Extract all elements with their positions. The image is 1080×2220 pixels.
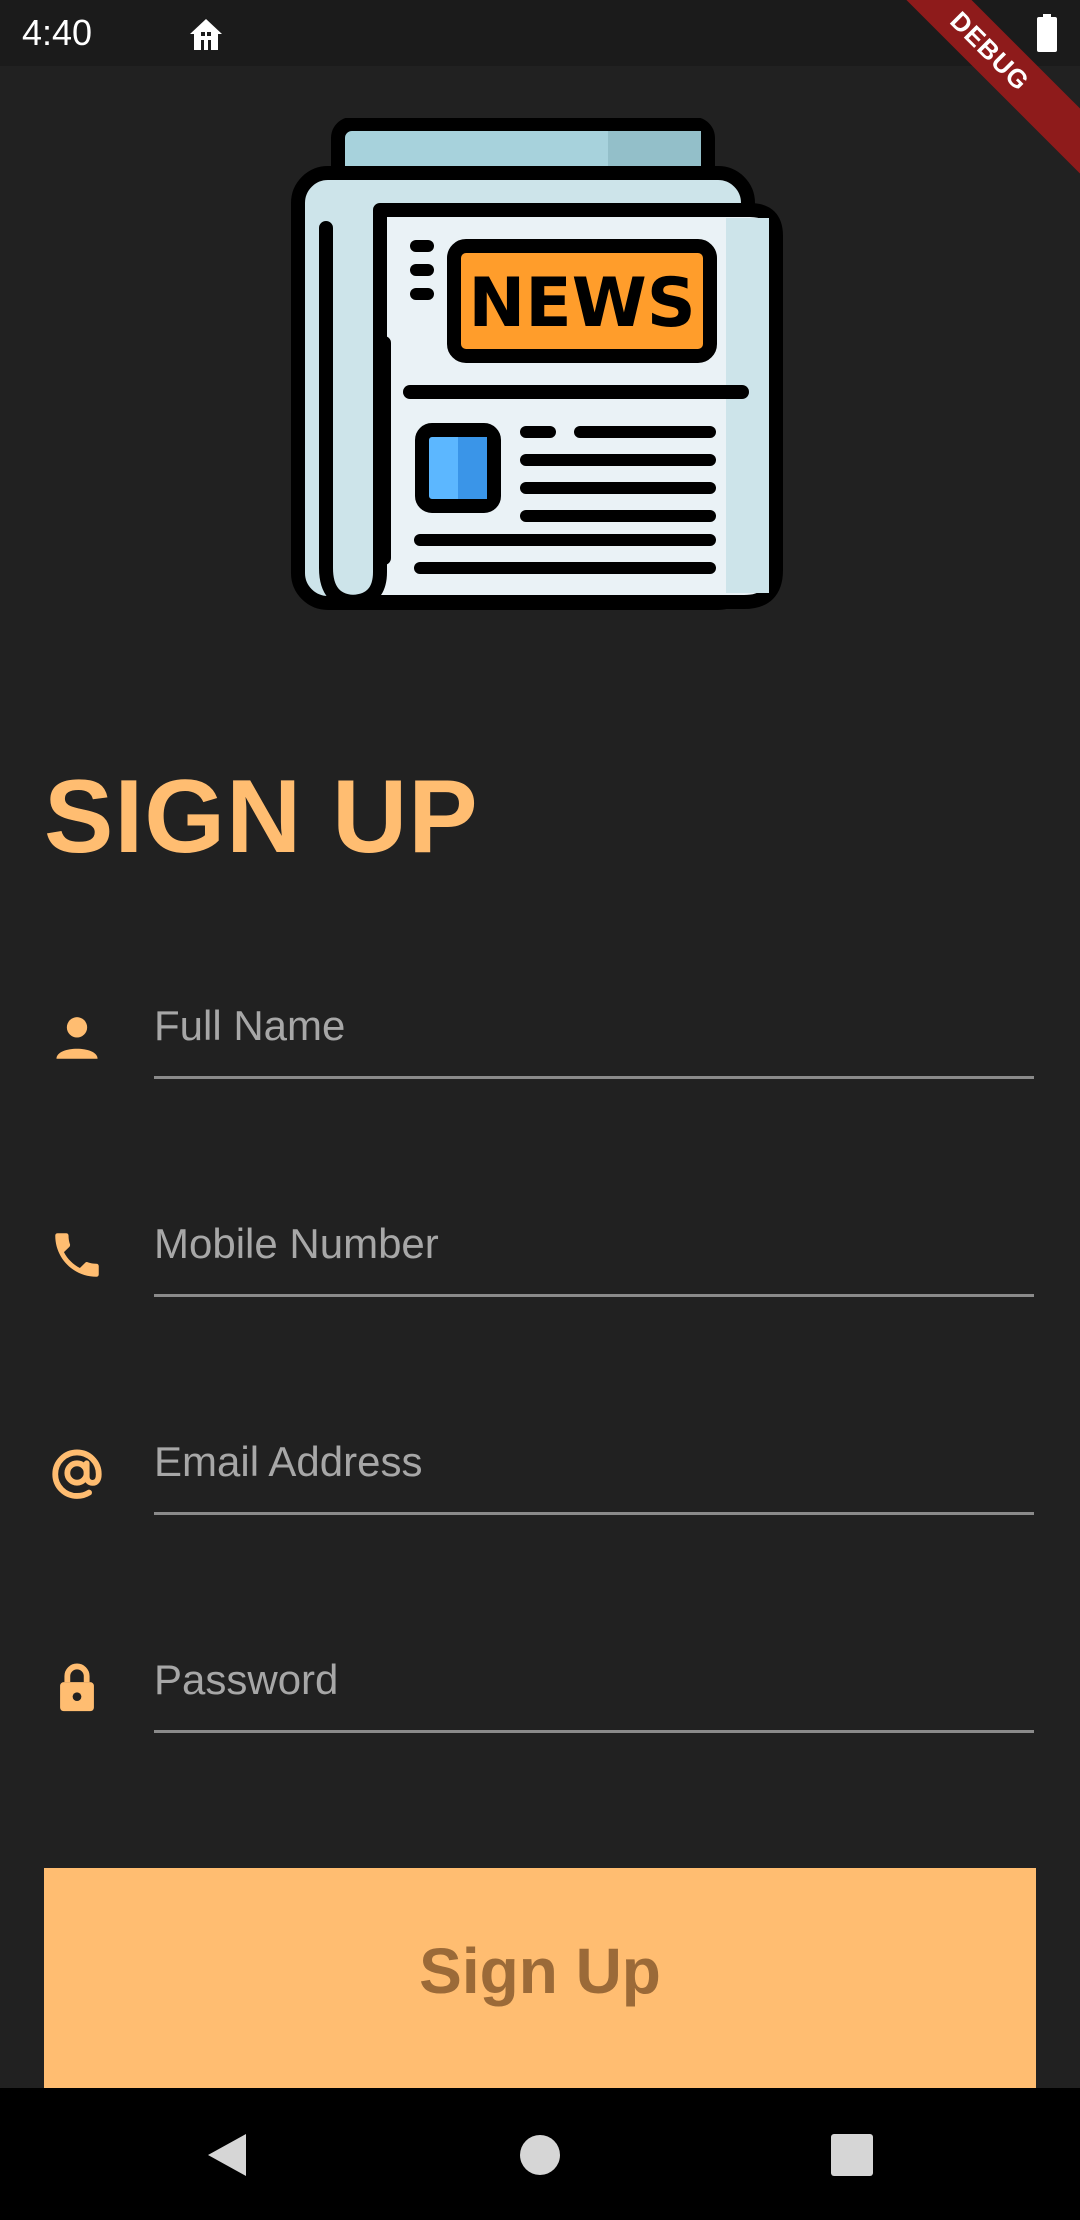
at-sign-icon bbox=[52, 1449, 102, 1499]
navigation-bar bbox=[0, 2088, 1080, 2220]
mobile-number-input[interactable] bbox=[154, 1194, 1034, 1297]
password-field bbox=[0, 1630, 1080, 1750]
person-icon bbox=[56, 1017, 98, 1059]
mobile-number-field bbox=[0, 1194, 1080, 1314]
phone-icon bbox=[55, 1233, 99, 1277]
app-notification-icon bbox=[190, 19, 222, 50]
lock-icon bbox=[60, 1663, 94, 1712]
battery-icon bbox=[1037, 14, 1057, 52]
status-time: 4:40 bbox=[22, 12, 93, 53]
home-icon[interactable] bbox=[515, 2130, 565, 2180]
password-input[interactable] bbox=[154, 1630, 1034, 1733]
email-address-input[interactable] bbox=[154, 1412, 1034, 1515]
full-name-input[interactable] bbox=[154, 976, 1034, 1079]
news-badge-label: NEWS bbox=[468, 264, 695, 343]
page-title: SIGN UP bbox=[44, 759, 479, 875]
recents-icon[interactable] bbox=[827, 2130, 877, 2180]
full-name-field bbox=[0, 976, 1080, 1096]
newspaper-icon: NEWS bbox=[291, 118, 783, 610]
email-address-field bbox=[0, 1412, 1080, 1532]
sign-up-button[interactable]: Sign Up bbox=[44, 1868, 1036, 2088]
back-icon[interactable] bbox=[202, 2130, 252, 2180]
